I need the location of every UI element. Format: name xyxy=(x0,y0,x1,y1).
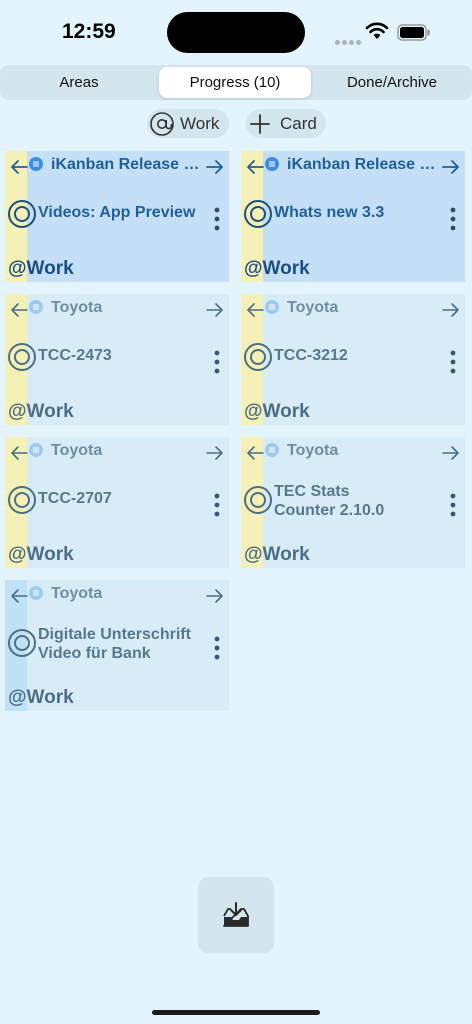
card-area: Toyota xyxy=(51,299,103,316)
kanban-card[interactable]: Toyota Digitale Unterschrift Video für B… xyxy=(5,580,229,711)
tab-areas[interactable]: Areas xyxy=(4,67,154,98)
context-filter-label: Work xyxy=(180,113,220,133)
arrow-left-icon[interactable] xyxy=(245,300,265,320)
card-context: @Work xyxy=(8,258,74,279)
kanban-card[interactable]: Toyota TEC Stats Counter 2.10.0 @Work xyxy=(241,437,465,568)
card-area: iKanban Release 3... xyxy=(287,156,437,173)
arrow-right-icon[interactable] xyxy=(205,443,225,463)
list-icon xyxy=(29,300,43,314)
arrow-left-icon[interactable] xyxy=(9,443,29,463)
arrow-left-icon[interactable] xyxy=(9,300,29,320)
list-icon xyxy=(265,443,279,457)
more-vertical-icon[interactable] xyxy=(450,350,456,374)
arrow-right-icon[interactable] xyxy=(441,300,461,320)
dynamic-island xyxy=(167,12,305,53)
card-context: @Work xyxy=(8,544,74,565)
kanban-card[interactable]: iKanban Release 3... Whats new 3.3 @Work xyxy=(241,151,465,282)
tab-progress[interactable]: Progress (10) xyxy=(159,67,311,98)
context-filter-button[interactable]: Work xyxy=(147,109,229,138)
card-title: TCC-3212 xyxy=(274,347,348,364)
card-area: Toyota xyxy=(287,442,339,459)
target-icon[interactable] xyxy=(243,342,273,372)
card-context: @Work xyxy=(244,258,310,279)
card-context: @Work xyxy=(8,401,74,422)
kanban-card[interactable]: Toyota TCC-2707 @Work xyxy=(5,437,229,568)
battery-icon xyxy=(397,24,430,41)
card-title: Whats new 3.3 xyxy=(274,204,385,221)
list-icon xyxy=(29,443,43,457)
add-card-button[interactable]: Card xyxy=(246,109,326,138)
arrow-right-icon[interactable] xyxy=(441,157,461,177)
list-icon xyxy=(29,586,43,600)
status-time: 12:59 xyxy=(62,20,116,43)
more-vertical-icon[interactable] xyxy=(214,493,220,517)
card-title: TEC Stats Counter 2.10.0 xyxy=(274,483,385,519)
wifi-icon xyxy=(365,22,389,39)
target-icon[interactable] xyxy=(7,485,37,515)
more-vertical-icon[interactable] xyxy=(214,350,220,374)
target-icon[interactable] xyxy=(7,342,37,372)
inbox-button[interactable] xyxy=(198,877,274,953)
arrow-right-icon[interactable] xyxy=(205,586,225,606)
more-vertical-icon[interactable] xyxy=(450,493,456,517)
arrow-left-icon[interactable] xyxy=(9,586,29,606)
kanban-card[interactable]: iKanban Release 3... Videos: App Preview… xyxy=(5,151,229,282)
arrow-left-icon[interactable] xyxy=(245,443,265,463)
arrow-left-icon[interactable] xyxy=(245,157,265,177)
signal-icon xyxy=(335,32,363,50)
target-icon[interactable] xyxy=(243,199,273,229)
card-area: Toyota xyxy=(287,299,339,316)
add-card-label: Card xyxy=(280,113,317,133)
at-icon xyxy=(149,111,175,137)
plus-icon xyxy=(249,113,271,135)
card-area: Toyota xyxy=(51,442,103,459)
kanban-card[interactable]: Toyota TCC-2473 @Work xyxy=(5,294,229,425)
card-context: @Work xyxy=(244,544,310,565)
tab-done-archive[interactable]: Done/Archive xyxy=(316,67,468,98)
arrow-left-icon[interactable] xyxy=(9,157,29,177)
list-icon xyxy=(265,300,279,314)
segmented-tabs: Areas Progress (10) Done/Archive xyxy=(0,65,472,100)
arrow-right-icon[interactable] xyxy=(205,300,225,320)
list-icon xyxy=(29,157,43,171)
list-icon xyxy=(265,157,279,171)
inbox-download-icon xyxy=(223,902,249,927)
card-title: TCC-2473 xyxy=(38,347,112,364)
card-title: Videos: App Preview xyxy=(38,204,196,221)
card-context: @Work xyxy=(244,401,310,422)
arrow-right-icon[interactable] xyxy=(205,157,225,177)
card-title: TCC-2707 xyxy=(38,490,112,507)
target-icon[interactable] xyxy=(243,485,273,515)
card-area: iKanban Release 3... xyxy=(51,156,201,173)
card-area: Toyota xyxy=(51,585,103,602)
card-context: @Work xyxy=(8,687,74,708)
more-vertical-icon[interactable] xyxy=(450,207,456,231)
kanban-card[interactable]: Toyota TCC-3212 @Work xyxy=(241,294,465,425)
more-vertical-icon[interactable] xyxy=(214,636,220,660)
target-icon[interactable] xyxy=(7,199,37,229)
home-indicator xyxy=(152,1010,320,1015)
more-vertical-icon[interactable] xyxy=(214,207,220,231)
status-bar: 12:59 xyxy=(0,0,472,64)
card-title: Digitale Unterschrift Video für Bank xyxy=(38,626,191,662)
arrow-right-icon[interactable] xyxy=(441,443,461,463)
target-icon[interactable] xyxy=(7,628,37,658)
